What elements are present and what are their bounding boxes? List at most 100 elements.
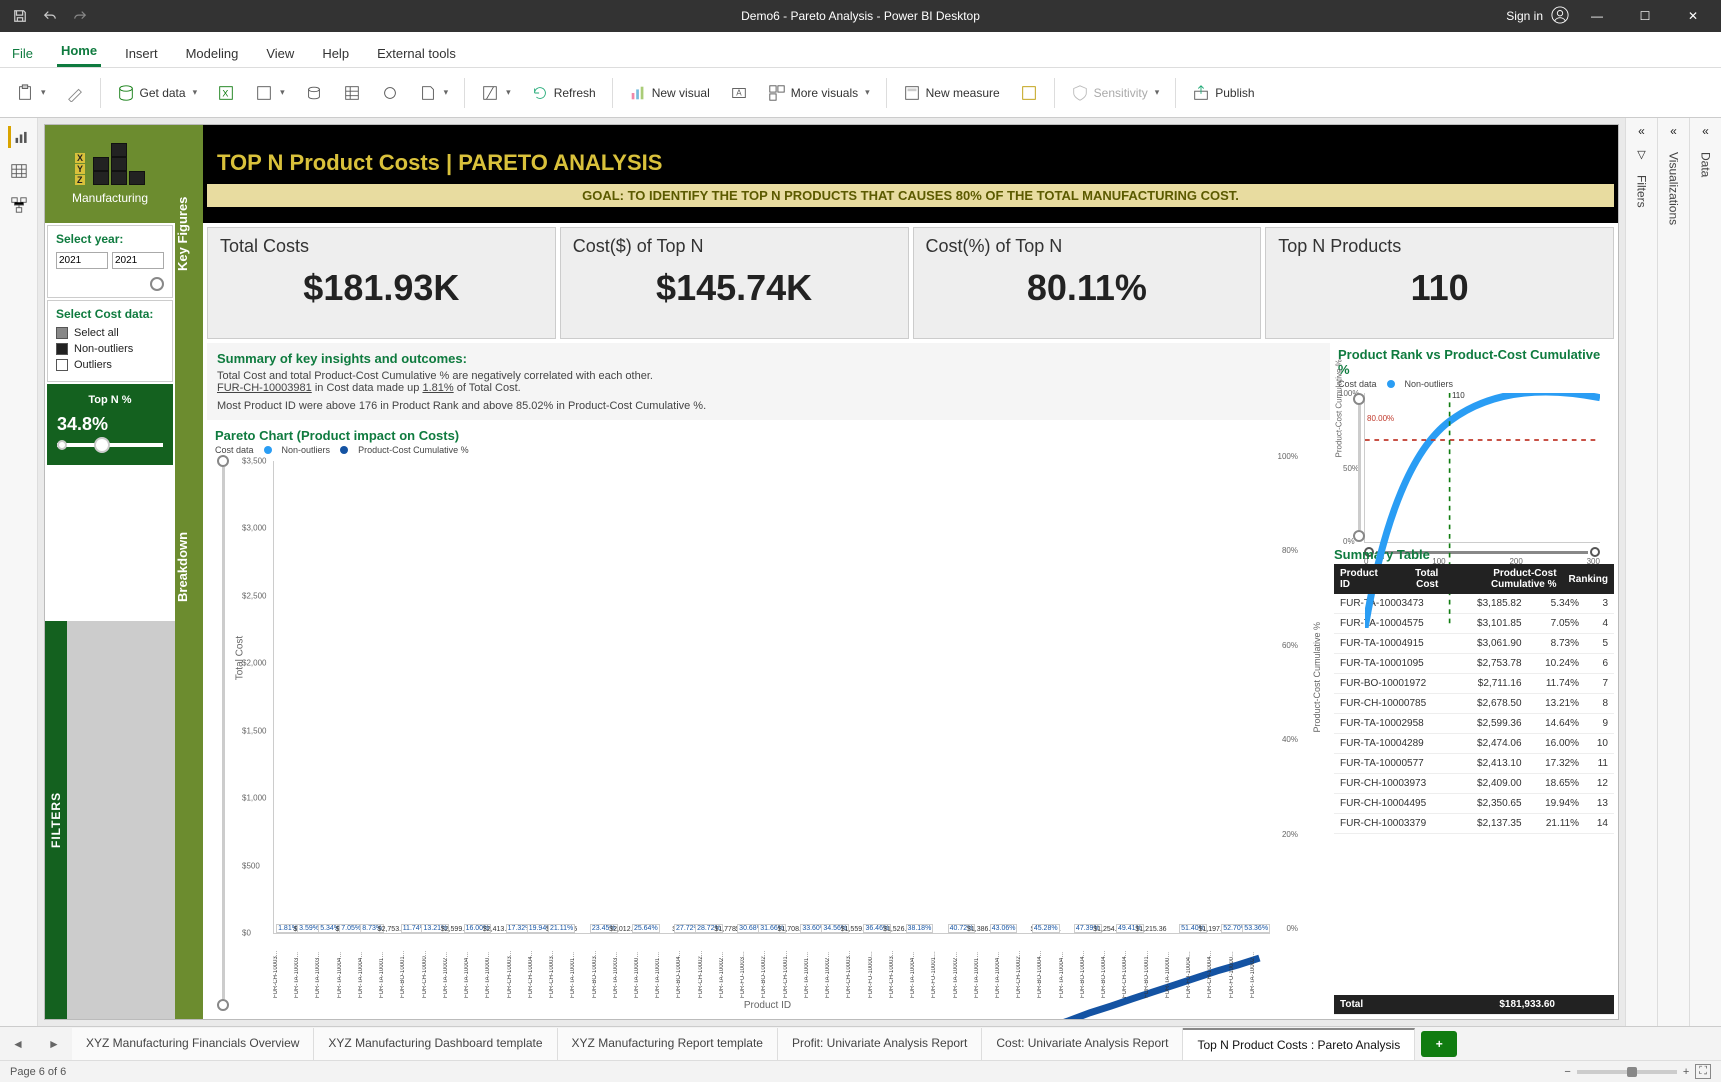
table-row[interactable]: FUR-CH-10004495$2,350.6519.94%13	[1334, 794, 1614, 814]
report-title: TOP N Product Costs | PARETO ANALYSIS	[203, 142, 1618, 184]
right-panels: «▽Filters «Visualizations «Data	[1625, 118, 1721, 1026]
menu-view[interactable]: View	[262, 40, 298, 67]
morevisuals-button[interactable]: More visuals▾	[760, 80, 878, 106]
table-row[interactable]: FUR-BO-10001972$2,711.1611.74%7	[1334, 674, 1614, 694]
page-tab[interactable]: XYZ Manufacturing Dashboard template	[314, 1028, 557, 1060]
year-from-input[interactable]	[56, 252, 108, 269]
workspace: X Y Z Manufacturing	[0, 118, 1721, 1026]
menu-modeling[interactable]: Modeling	[182, 40, 243, 67]
page-tab[interactable]: Cost: Univariate Analysis Report	[982, 1028, 1183, 1060]
kpi-card[interactable]: Top N Products110	[1265, 227, 1614, 339]
table-row[interactable]: FUR-CH-10000785$2,678.5013.21%8	[1334, 694, 1614, 714]
newvisual-button[interactable]: New visual	[621, 80, 718, 106]
excel-source-button[interactable]: X	[209, 80, 243, 106]
collapse-icon[interactable]: «	[1702, 124, 1709, 138]
table-row[interactable]: FUR-TA-10000577$2,413.1017.32%11	[1334, 754, 1614, 774]
table-row[interactable]: FUR-CH-10003973$2,409.0018.65%12	[1334, 774, 1614, 794]
data-view-icon[interactable]	[8, 160, 30, 182]
add-page-button[interactable]: +	[1421, 1031, 1457, 1057]
page-tabs: ◄ ► XYZ Manufacturing Financials Overvie…	[0, 1026, 1721, 1060]
undo-icon[interactable]	[38, 4, 62, 28]
yslider-bottom[interactable]	[217, 999, 229, 1011]
outliers-option[interactable]: Outliers	[56, 359, 164, 371]
collapse-icon[interactable]: «	[1638, 124, 1645, 138]
canvas-wrap: X Y Z Manufacturing	[38, 118, 1625, 1026]
menu-external-tools[interactable]: External tools	[373, 40, 460, 67]
publish-button[interactable]: Publish	[1184, 80, 1262, 106]
filters-panel[interactable]: «▽Filters	[1625, 118, 1657, 1026]
status-bar: Page 6 of 6 −+⛶	[0, 1060, 1721, 1082]
year-slider-thumb[interactable]	[150, 277, 164, 291]
format-painter-button[interactable]	[58, 80, 92, 106]
recent-button[interactable]: ▾	[411, 80, 457, 106]
view-rail	[0, 118, 38, 1026]
table-row[interactable]: FUR-TA-10001095$2,753.7810.24%6	[1334, 654, 1614, 674]
maximize-icon[interactable]: ☐	[1625, 0, 1665, 32]
year-to-input[interactable]	[112, 252, 164, 269]
quickmeasure-button[interactable]	[1012, 80, 1046, 106]
ribbon: ▾ Get data▾ X ▾ ▾ ▾ Refresh New visual A…	[0, 68, 1721, 118]
data-panel[interactable]: «Data	[1689, 118, 1721, 1026]
dataverse-button[interactable]	[373, 80, 407, 106]
paste-button[interactable]: ▾	[8, 80, 54, 106]
costdata-filter[interactable]: Select Cost data: Select all Non-outlier…	[47, 300, 173, 382]
pareto-chart[interactable]: Pareto Chart (Product impact on Costs) C…	[207, 424, 1330, 1015]
collapse-icon[interactable]: «	[1670, 124, 1677, 138]
window-title: Demo6 - Pareto Analysis - Power BI Deskt…	[741, 9, 980, 23]
visualizations-panel[interactable]: «Visualizations	[1657, 118, 1689, 1026]
sensitivity-button[interactable]: Sensitivity▾	[1063, 80, 1168, 106]
filters-label: FILTERS	[45, 621, 67, 1019]
table-row[interactable]: FUR-TA-10004915$3,061.908.73%5	[1334, 634, 1614, 654]
page-tab[interactable]: XYZ Manufacturing Report template	[558, 1028, 778, 1060]
kpi-row: Total Costs$181.93KCost($) of Top N$145.…	[203, 223, 1618, 343]
page-tab[interactable]: Top N Product Costs : Pareto Analysis	[1183, 1028, 1415, 1060]
page-tab[interactable]: Profit: Univariate Analysis Report	[778, 1028, 982, 1060]
user-icon[interactable]	[1551, 6, 1569, 27]
non-outliers-option[interactable]: Non-outliers	[56, 343, 164, 355]
refresh-button[interactable]: Refresh	[523, 80, 604, 106]
table-row[interactable]: FUR-TA-10004289$2,474.0616.00%10	[1334, 734, 1614, 754]
logo-label: Manufacturing	[72, 191, 148, 205]
newmeasure-button[interactable]: New measure	[895, 80, 1008, 106]
textbox-button[interactable]: A	[722, 80, 756, 106]
getdata-button[interactable]: Get data▾	[109, 80, 206, 106]
model-view-icon[interactable]	[8, 194, 30, 216]
section-labels: Key Figures Breakdown	[175, 125, 203, 1019]
page-indicator: Page 6 of 6	[10, 1066, 66, 1078]
menu-file[interactable]: File	[8, 40, 37, 67]
summary-insights: Summary of key insights and outcomes: To…	[207, 343, 1330, 420]
signin-link[interactable]: Sign in	[1506, 9, 1543, 23]
kpi-card[interactable]: Cost(%) of Top N80.11%	[913, 227, 1262, 339]
close-icon[interactable]: ✕	[1673, 0, 1713, 32]
logo: X Y Z Manufacturing	[45, 125, 175, 223]
sql-button[interactable]	[297, 80, 331, 106]
report-header: TOP N Product Costs | PARETO ANALYSIS GO…	[203, 125, 1618, 223]
enterdata-button[interactable]	[335, 80, 369, 106]
save-icon[interactable]	[8, 4, 32, 28]
minimize-icon[interactable]: —	[1577, 0, 1617, 32]
report-view-icon[interactable]	[8, 126, 30, 148]
menu-insert[interactable]: Insert	[121, 40, 162, 67]
transform-button[interactable]: ▾	[473, 80, 519, 106]
titlebar: Demo6 - Pareto Analysis - Power BI Deskt…	[0, 0, 1721, 32]
topn-slider[interactable]: Top N % 34.8%	[47, 384, 173, 465]
table-row[interactable]: FUR-TA-10002958$2,599.3614.64%9	[1334, 714, 1614, 734]
goal-band: GOAL: TO IDENTIFY THE TOP N PRODUCTS THA…	[207, 184, 1614, 207]
svg-text:X: X	[222, 88, 228, 98]
page-tab[interactable]: XYZ Manufacturing Financials Overview	[72, 1028, 314, 1060]
report-canvas[interactable]: X Y Z Manufacturing	[44, 124, 1619, 1020]
year-filter[interactable]: Select year:	[47, 225, 173, 298]
redo-icon[interactable]	[68, 4, 92, 28]
kpi-card[interactable]: Total Costs$181.93K	[207, 227, 556, 339]
datahub-button[interactable]: ▾	[247, 80, 293, 106]
file-menu: File Home Insert Modeling View Help External t…	[0, 32, 1721, 68]
rank-chart[interactable]: Product Rank vs Product-Cost Cumulative …	[1334, 343, 1614, 543]
zoom-control[interactable]: −+⛶	[1564, 1064, 1711, 1079]
yslider-top[interactable]	[217, 455, 229, 467]
menu-home[interactable]: Home	[57, 37, 101, 67]
select-all-option[interactable]: Select all	[56, 327, 164, 339]
svg-text:A: A	[736, 88, 742, 97]
table-row[interactable]: FUR-CH-10003379$2,137.3521.11%14	[1334, 814, 1614, 834]
menu-help[interactable]: Help	[318, 40, 353, 67]
kpi-card[interactable]: Cost($) of Top N$145.74K	[560, 227, 909, 339]
